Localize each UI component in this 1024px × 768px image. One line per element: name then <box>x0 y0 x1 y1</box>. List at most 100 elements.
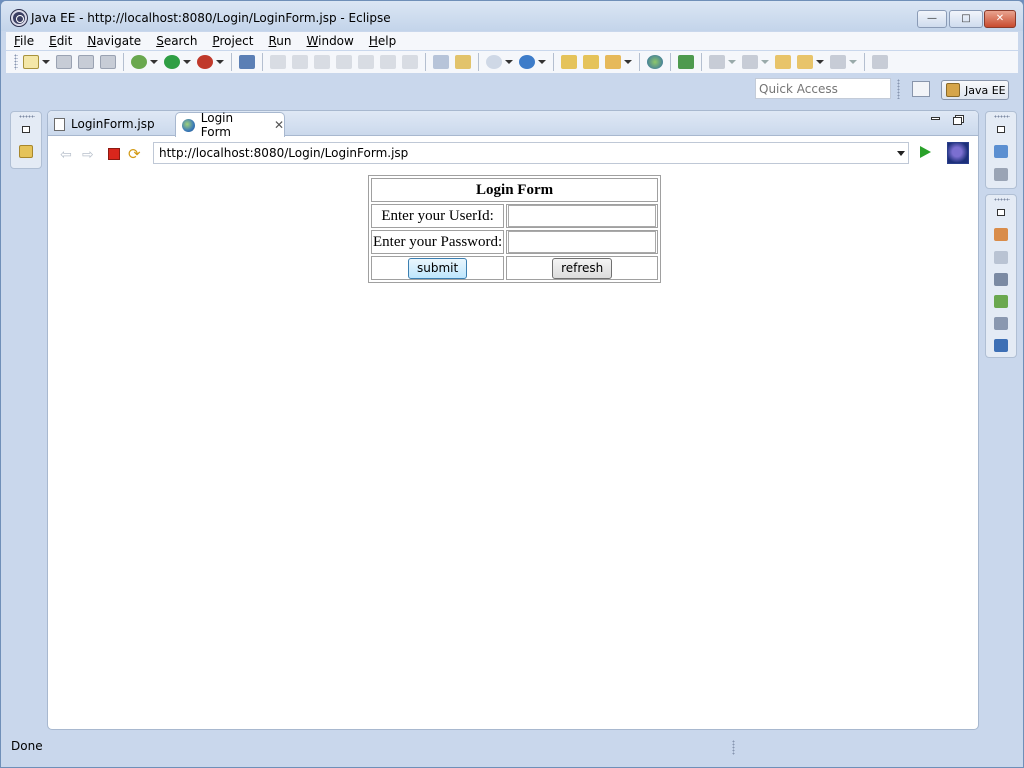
tab-label: LoginForm.jsp <box>71 117 155 131</box>
pin-editor-icon[interactable] <box>872 55 888 69</box>
go-icon[interactable] <box>920 146 931 158</box>
maximize-button[interactable]: □ <box>949 10 983 28</box>
external-tools-icon[interactable] <box>197 55 213 69</box>
tab-loginform-jsp[interactable]: LoginForm.jsp <box>48 112 174 136</box>
markers-icon[interactable] <box>994 228 1008 241</box>
show-whitespace-icon[interactable] <box>455 55 471 69</box>
properties-icon[interactable] <box>994 251 1008 264</box>
task-list-icon[interactable] <box>994 168 1008 181</box>
toolbar-separator <box>262 53 263 71</box>
menu-navigate[interactable]: Navigate <box>79 34 148 48</box>
menu-file[interactable]: File <box>6 34 41 48</box>
step-over-icon <box>380 55 396 69</box>
last-edit-location-icon[interactable] <box>775 55 791 69</box>
run-on-server-icon[interactable] <box>678 55 694 69</box>
submit-button[interactable]: submit <box>407 257 468 279</box>
new-class-icon[interactable] <box>519 55 535 69</box>
trim-grip[interactable] <box>19 115 35 118</box>
snippets-icon[interactable] <box>994 317 1008 330</box>
menu-help[interactable]: Help <box>361 34 403 48</box>
save-icon[interactable] <box>56 55 72 69</box>
search-icon[interactable] <box>605 55 621 69</box>
previous-annotation-dropdown-icon[interactable] <box>761 60 769 64</box>
disconnect-icon <box>336 55 352 69</box>
refresh-button[interactable]: refresh <box>552 257 613 279</box>
debug-icon[interactable] <box>131 55 147 69</box>
new-server-icon[interactable] <box>486 55 502 69</box>
new-class-dropdown-icon[interactable] <box>538 60 546 64</box>
run-icon[interactable] <box>164 55 180 69</box>
left-trim-stack <box>10 111 42 169</box>
forward-icon[interactable] <box>830 55 846 69</box>
menu-search[interactable]: Search <box>148 34 204 48</box>
next-annotation-dropdown-icon[interactable] <box>728 60 736 64</box>
project-explorer-icon[interactable] <box>19 145 33 158</box>
debug-dropdown-icon[interactable] <box>150 60 158 64</box>
data-source-explorer-icon[interactable] <box>994 295 1008 308</box>
toolbar-separator <box>670 53 671 71</box>
eclipse-logo-icon[interactable] <box>947 142 969 164</box>
new-icon[interactable] <box>23 55 39 69</box>
servers-icon[interactable] <box>994 273 1008 286</box>
step-into-icon <box>358 55 374 69</box>
browser-nav-bar: ⇦ ⇨ ⟳ <box>48 137 978 169</box>
perspective-grip[interactable] <box>897 79 900 99</box>
close-tab-icon[interactable]: ✕ <box>274 118 284 132</box>
trim-grip[interactable] <box>994 198 1010 201</box>
toolbar-separator <box>864 53 865 71</box>
quick-access-input[interactable] <box>755 78 891 99</box>
minimize-editor-icon[interactable] <box>931 117 940 120</box>
userid-label: Enter your UserId: <box>371 204 505 228</box>
trim-grip[interactable] <box>994 115 1010 118</box>
minimize-button[interactable]: — <box>917 10 947 28</box>
toggle-block-icon[interactable] <box>433 55 449 69</box>
globe-icon <box>182 118 195 132</box>
toolbar-separator <box>701 53 702 71</box>
menu-edit[interactable]: Edit <box>41 34 79 48</box>
back-dropdown-icon[interactable] <box>816 60 824 64</box>
previous-annotation-icon[interactable] <box>742 55 758 69</box>
print-icon[interactable] <box>100 55 116 69</box>
search-dropdown-icon[interactable] <box>624 60 632 64</box>
forward-dropdown-icon[interactable] <box>849 60 857 64</box>
restore-icon[interactable] <box>22 126 30 133</box>
open-perspective-icon[interactable] <box>912 81 930 97</box>
toolbar-separator <box>553 53 554 71</box>
maximize-editor-icon[interactable] <box>953 117 962 125</box>
restore-icon[interactable] <box>997 126 1005 133</box>
outline-icon[interactable] <box>994 145 1008 158</box>
external-tools-dropdown-icon[interactable] <box>216 60 224 64</box>
menu-run[interactable]: Run <box>260 34 298 48</box>
java-ee-perspective-button[interactable]: Java EE <box>941 80 1009 100</box>
next-annotation-icon[interactable] <box>709 55 725 69</box>
menu-project[interactable]: Project <box>204 34 260 48</box>
close-button[interactable]: ✕ <box>984 10 1016 28</box>
back-icon[interactable] <box>797 55 813 69</box>
back-arrow-icon[interactable]: ⇦ <box>60 147 72 163</box>
new-dropdown-icon[interactable] <box>42 60 50 64</box>
editor-tab-bar: LoginForm.jsp Login Form ✕ <box>48 111 978 139</box>
save-all-icon[interactable] <box>78 55 94 69</box>
open-folder-icon[interactable] <box>583 55 599 69</box>
web-browser-icon[interactable] <box>647 55 663 69</box>
console-icon[interactable] <box>994 339 1008 352</box>
status-bar: Done <box>1 734 1023 758</box>
url-dropdown-icon[interactable] <box>897 151 905 156</box>
refresh-icon[interactable]: ⟳ <box>128 145 141 163</box>
stop-icon[interactable] <box>108 148 120 160</box>
open-type-icon[interactable] <box>561 55 577 69</box>
login-form-heading: Login Form <box>371 178 659 202</box>
restore-icon[interactable] <box>997 209 1005 216</box>
url-input[interactable] <box>153 142 909 164</box>
status-grip[interactable] <box>732 740 735 755</box>
tab-login-form[interactable]: Login Form ✕ <box>175 111 285 139</box>
run-dropdown-icon[interactable] <box>183 60 191 64</box>
new-server-dropdown-icon[interactable] <box>505 60 513 64</box>
menu-window[interactable]: Window <box>299 34 361 48</box>
password-input[interactable] <box>508 231 657 253</box>
skip-breakpoints-icon[interactable] <box>239 55 255 69</box>
window-title: Java EE - http://localhost:8080/Login/Lo… <box>31 11 391 25</box>
toolbar-grip[interactable] <box>14 54 18 70</box>
forward-arrow-icon[interactable]: ⇨ <box>82 147 94 163</box>
userid-input[interactable] <box>508 205 657 227</box>
